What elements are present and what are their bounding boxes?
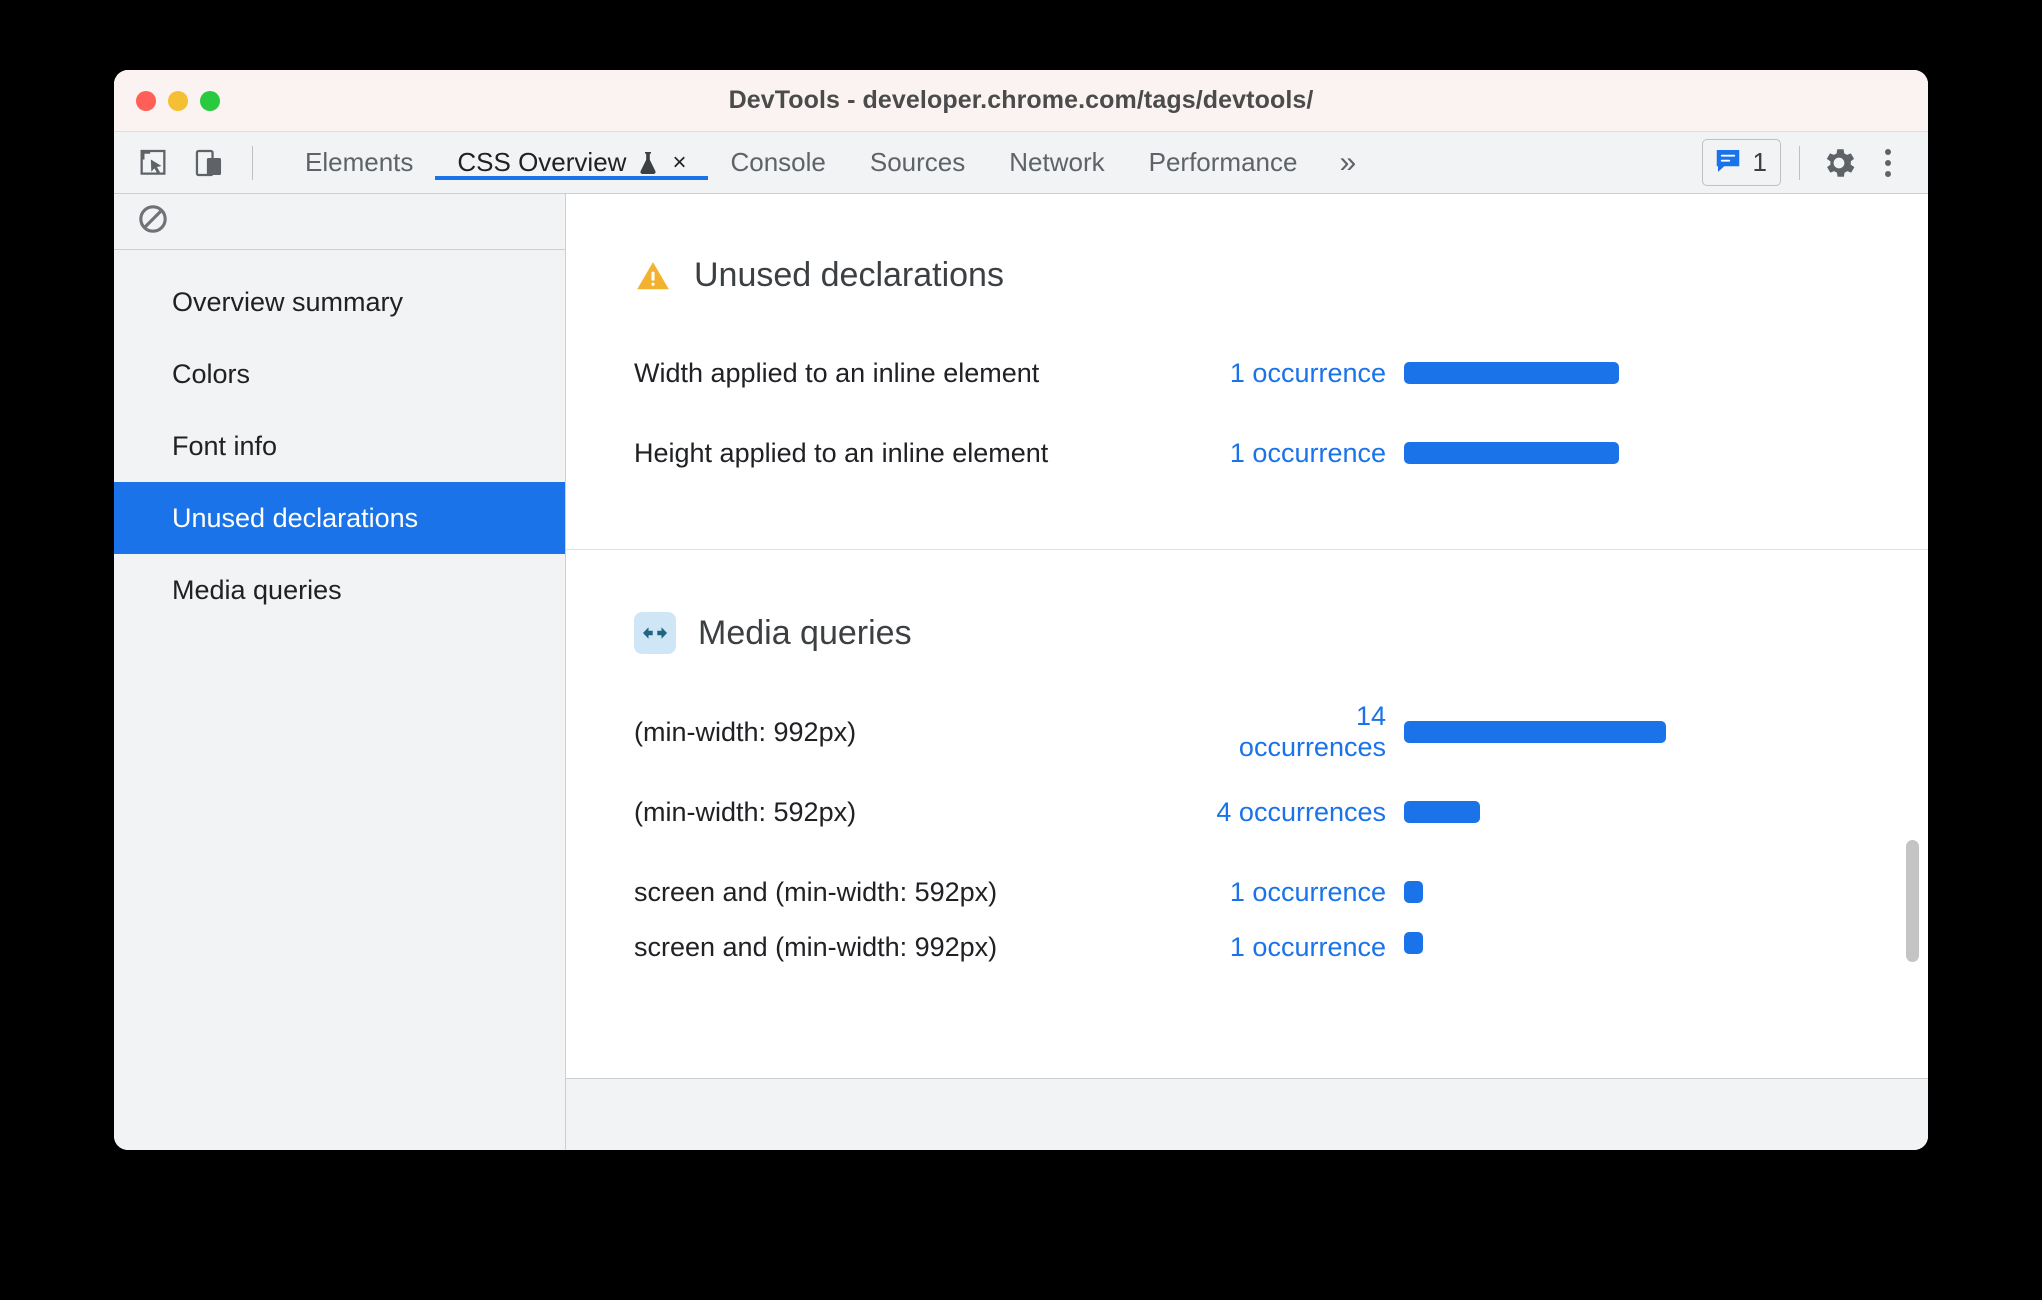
row-label: screen and (min-width: 992px) (634, 932, 998, 962)
warning-triangle-icon (634, 257, 672, 295)
sidebar-item-label: Media queries (172, 574, 342, 605)
sidebar-toolbar (114, 194, 565, 250)
panel-footer-strip (566, 1078, 1928, 1150)
tab-label: Network (1009, 147, 1105, 177)
table-row[interactable]: Width applied to an inline element 1 occ… (634, 333, 1928, 413)
row-occurrence-link[interactable]: 1 occurrence (1204, 932, 1404, 963)
resize-horizontal-icon (634, 612, 676, 654)
window-titlebar: DevTools - developer.chrome.com/tags/dev… (114, 70, 1928, 132)
sidebar-item-colors[interactable]: Colors (114, 338, 565, 410)
tab-label: CSS Overview (457, 147, 627, 177)
sidebar-item-list: Overview summary Colors Font info Unused… (114, 250, 565, 626)
row-occurrence-link[interactable]: 1 occurrence (1204, 877, 1404, 908)
tab-network[interactable]: Network (987, 146, 1126, 180)
row-bar (1404, 362, 1619, 384)
devtools-toolbar: Elements CSS Overview × Console Sources (114, 132, 1928, 194)
sidebar-item-media-queries[interactable]: Media queries (114, 554, 565, 626)
gear-icon[interactable] (1818, 142, 1860, 184)
tab-label: Elements (305, 147, 414, 177)
section-media-queries: Media queries (min-width: 992px) 14 occu… (566, 549, 1928, 1022)
row-occurrence-link[interactable]: 1 occurrence (1204, 358, 1404, 389)
main-scroll-area[interactable]: Unused declarations Width applied to an … (566, 194, 1928, 1078)
tab-label: Console (730, 147, 826, 177)
sidebar-item-font-info[interactable]: Font info (114, 410, 565, 482)
table-row[interactable]: (min-width: 592px) 4 occurrences (634, 772, 1928, 852)
table-row[interactable]: screen and (min-width: 592px) 1 occurren… (634, 852, 1928, 932)
sidebar-item-label: Colors (172, 358, 251, 389)
toolbar-right-group: 1 (1701, 132, 1928, 193)
sidebar-item-label: Unused declarations (172, 502, 419, 533)
tab-label: Performance (1148, 147, 1298, 177)
row-bar (1404, 721, 1666, 743)
section-unused-declarations: Unused declarations Width applied to an … (566, 194, 1928, 549)
tab-performance[interactable]: Performance (1127, 146, 1320, 180)
row-label: Width applied to an inline element (634, 357, 1040, 388)
table-row[interactable]: (min-width: 992px) 14 occurrences (634, 692, 1928, 772)
row-occurrence-link[interactable]: 14 occurrences (1204, 701, 1404, 763)
section-header: Media queries (566, 550, 1928, 654)
css-overview-main: Unused declarations Width applied to an … (566, 194, 1928, 1150)
row-bar (1404, 932, 1423, 954)
minimize-window-button[interactable] (168, 90, 188, 111)
row-bar (1404, 442, 1619, 464)
section-title: Media queries (698, 613, 912, 652)
three-dot-menu-icon[interactable] (1866, 141, 1910, 185)
row-label: screen and (min-width: 592px) (634, 876, 998, 907)
tab-elements[interactable]: Elements (283, 146, 435, 180)
unused-declarations-rows: Width applied to an inline element 1 occ… (566, 295, 1928, 549)
panel-tabs: Elements CSS Overview × Console Sources (283, 146, 1376, 180)
table-row[interactable]: screen and (min-width: 992px) 1 occurren… (634, 932, 1928, 966)
media-queries-rows: (min-width: 992px) 14 occurrences (min-w… (566, 654, 1928, 1022)
tab-console[interactable]: Console (708, 146, 847, 180)
tab-css-overview[interactable]: CSS Overview × (435, 146, 709, 180)
window-title: DevTools - developer.chrome.com/tags/dev… (728, 86, 1314, 114)
row-label: (min-width: 592px) (634, 796, 857, 827)
tab-label: Sources (869, 147, 966, 177)
row-occurrence-link[interactable]: 4 occurrences (1204, 797, 1404, 828)
row-occurrence-link[interactable]: 1 occurrence (1204, 438, 1404, 469)
table-row[interactable]: Height applied to an inline element 1 oc… (634, 413, 1928, 493)
zoom-window-button[interactable] (200, 90, 220, 111)
close-tab-icon[interactable]: × (672, 150, 686, 175)
close-window-button[interactable] (136, 90, 156, 111)
toolbar-divider-right (1799, 145, 1800, 180)
console-message-icon (1713, 145, 1743, 180)
sidebar-item-label: Font info (172, 430, 278, 461)
sidebar-item-overview-summary[interactable]: Overview summary (114, 266, 565, 338)
toolbar-divider (252, 145, 253, 180)
inspect-cursor-icon[interactable] (132, 142, 174, 184)
flask-icon (636, 150, 660, 176)
css-overview-sidebar: Overview summary Colors Font info Unused… (114, 194, 566, 1150)
device-toolbar-icon[interactable] (188, 142, 230, 184)
row-bar (1404, 881, 1423, 903)
toolbar-left-group: Elements CSS Overview × Console Sources (114, 132, 1376, 193)
section-title: Unused declarations (694, 256, 1004, 294)
row-label: (min-width: 992px) (634, 716, 857, 747)
row-bar (1404, 801, 1480, 823)
more-tabs-chevron-icon[interactable]: » (1319, 146, 1376, 180)
clear-overview-icon[interactable] (136, 202, 170, 241)
devtools-window: DevTools - developer.chrome.com/tags/dev… (114, 70, 1928, 1150)
tab-sources[interactable]: Sources (848, 146, 987, 180)
sidebar-item-label: Overview summary (172, 286, 404, 317)
devtools-content: Overview summary Colors Font info Unused… (114, 194, 1928, 1150)
sidebar-item-unused-declarations[interactable]: Unused declarations (114, 482, 565, 554)
console-message-count: 1 (1752, 147, 1767, 177)
row-label: Height applied to an inline element (634, 437, 1049, 468)
console-message-count-button[interactable]: 1 (1701, 139, 1781, 186)
section-header: Unused declarations (566, 194, 1928, 295)
traffic-lights (136, 90, 220, 111)
